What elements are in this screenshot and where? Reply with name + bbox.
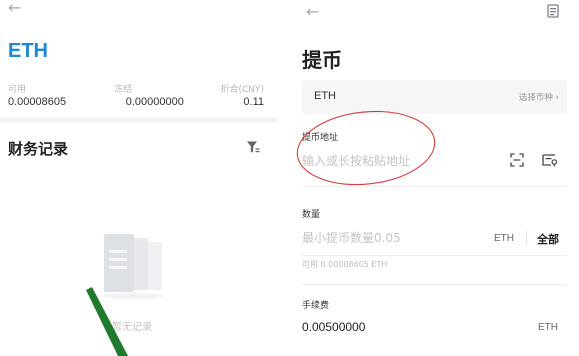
coin-selector[interactable]: ETH 选择币种 ›: [302, 80, 567, 114]
coin-title: ETH: [8, 40, 48, 62]
receipt-icon[interactable]: [546, 4, 560, 18]
quantity-label: 数量: [302, 210, 321, 220]
available-balance-text: 可用 0.00008605 ETH: [302, 260, 388, 269]
section-divider: [0, 117, 276, 123]
fee-unit: ETH: [538, 322, 558, 333]
empty-records-text: 暂无记录: [112, 322, 152, 333]
balance-values: 0.00008605 0.00000000 0.11: [8, 96, 264, 108]
available-value: 0.00008605: [8, 96, 67, 108]
withdraw-all-button[interactable]: 全部: [537, 231, 559, 247]
selected-coin: ETH: [314, 90, 336, 102]
divider-line: [302, 284, 567, 285]
frozen-value: 0.00000000: [125, 96, 184, 108]
divider-line: [302, 255, 567, 256]
converted-value: 0.11: [243, 96, 264, 108]
scan-icon[interactable]: [510, 153, 524, 167]
quantity-input[interactable]: [302, 228, 482, 248]
back-arrow-icon[interactable]: ←: [8, 0, 21, 16]
address-input[interactable]: [302, 150, 492, 172]
frozen-label: 冻结: [114, 85, 133, 95]
balance-labels: 可用 冻结 折合(CNY): [8, 82, 264, 95]
page-title: 提币: [302, 48, 342, 72]
converted-label: 折合(CNY): [220, 85, 264, 95]
empty-records-illustration: [103, 234, 163, 299]
filter-icon[interactable]: [246, 140, 260, 154]
divider-line: [302, 186, 567, 187]
address-label: 提币地址: [302, 133, 339, 143]
unit-separator: [526, 231, 527, 245]
back-arrow-icon[interactable]: ←: [306, 4, 319, 20]
fee-label: 手续费: [302, 301, 330, 311]
address-book-icon[interactable]: [542, 153, 558, 167]
quantity-unit: ETH: [494, 233, 514, 244]
select-coin-hint[interactable]: 选择币种 ›: [519, 91, 559, 103]
coin-detail-panel: ← ETH 可用 冻结 折合(CNY) 0.00008605 0.0000000…: [0, 0, 276, 356]
withdraw-panel: ← 提币 ETH 选择币种 › 提币地址 数量 ETH 全部 可用 0.0000…: [290, 0, 579, 356]
fee-value: 0.00500000: [302, 320, 366, 334]
available-label: 可用: [8, 85, 27, 95]
records-title: 财务记录: [8, 140, 69, 158]
